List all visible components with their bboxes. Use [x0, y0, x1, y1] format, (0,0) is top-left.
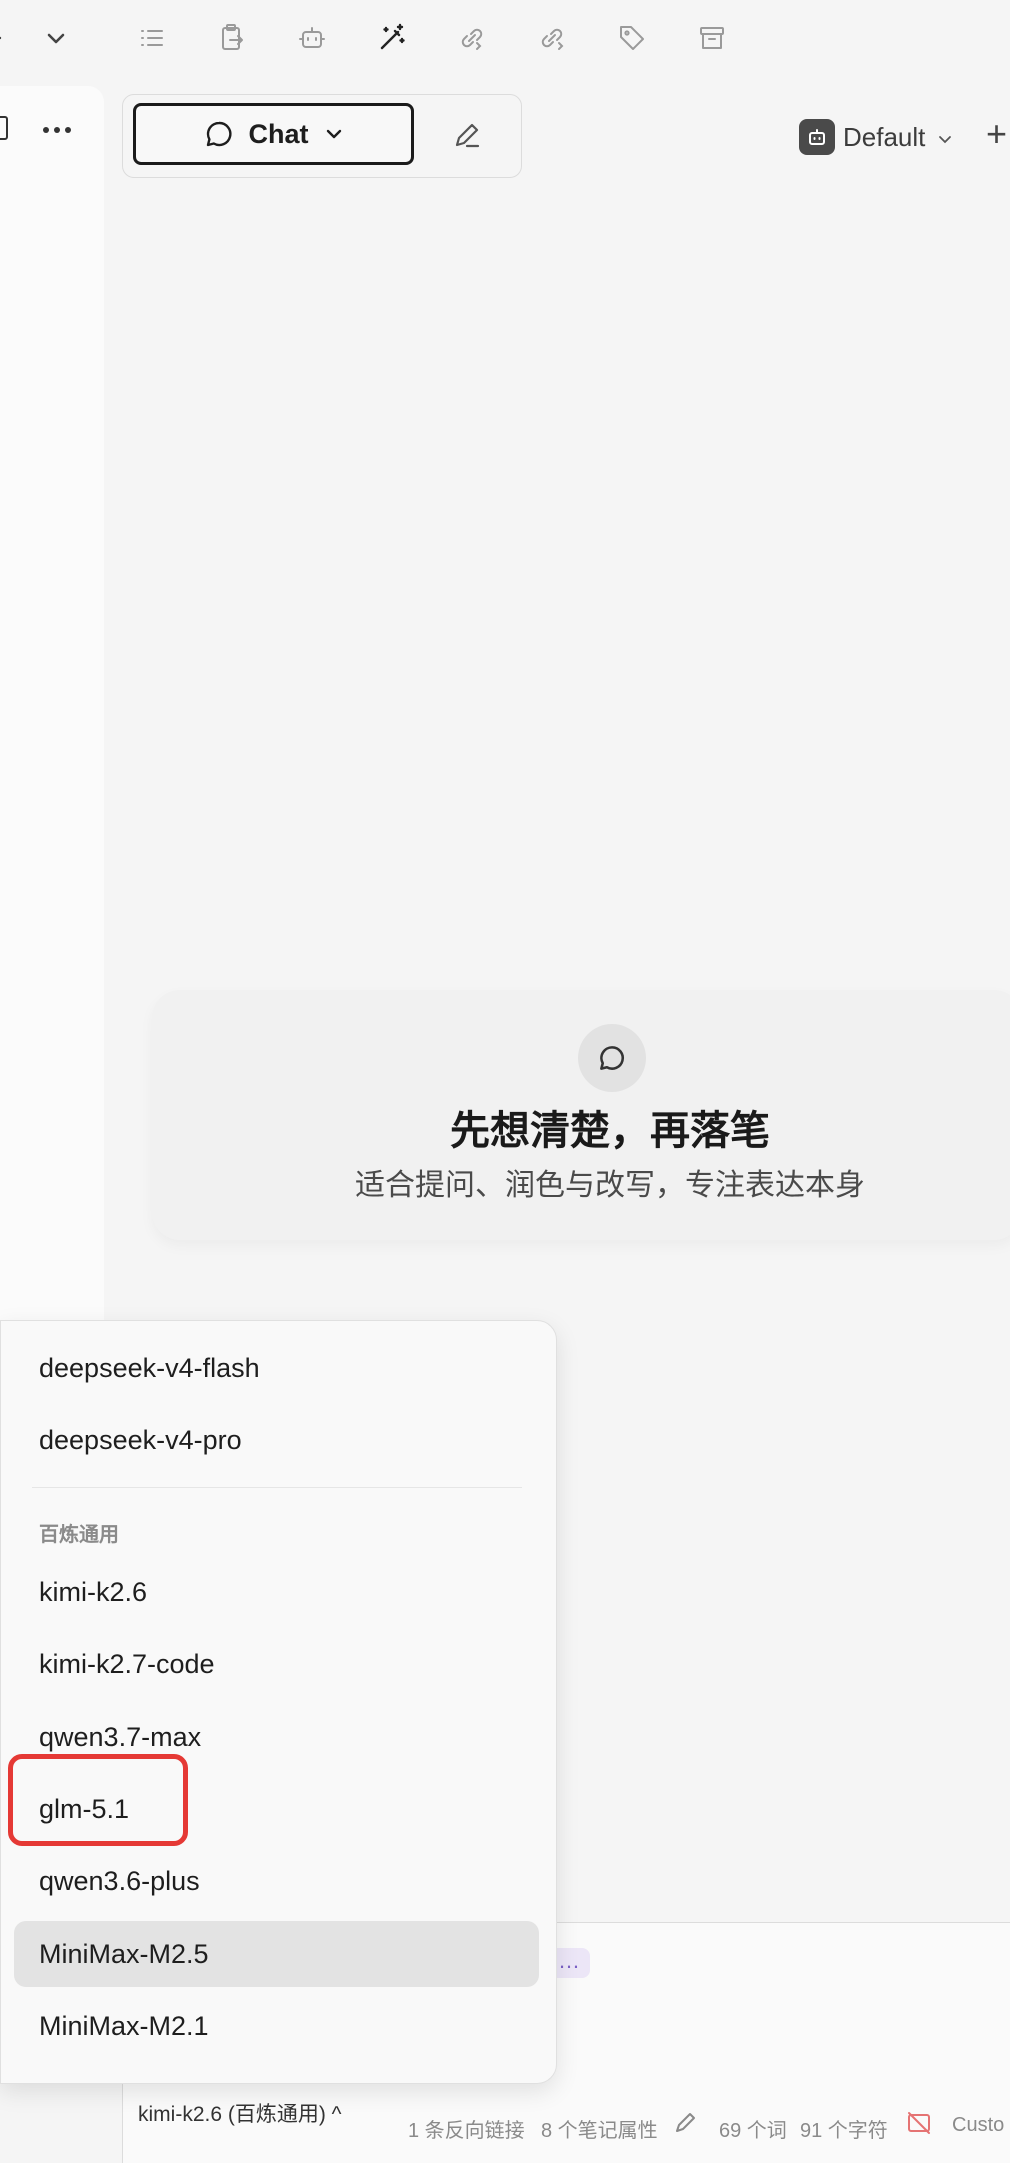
add-agent-button[interactable]: + [986, 114, 1007, 154]
model-option[interactable]: qwen3.6-plus [14, 1848, 539, 1914]
pencil-icon[interactable] [672, 2110, 698, 2142]
model-option[interactable]: MiniMax-M2.1 [14, 1993, 539, 2059]
bot-icon[interactable] [294, 20, 330, 56]
magic-wand-icon[interactable] [374, 20, 410, 56]
mode-switcher: Chat [122, 94, 522, 178]
model-selector-button[interactable]: kimi-k2.6 (百炼通用) ^ [138, 2098, 342, 2128]
annotation-highlight-box [8, 1754, 188, 1846]
archive-icon[interactable] [694, 20, 730, 56]
pencil-icon [455, 123, 480, 148]
backlinks-count[interactable]: 1 条反向链接 [408, 2114, 525, 2143]
agent-label: Default [843, 122, 926, 152]
menu-divider [32, 1487, 522, 1488]
more-options-icon[interactable] [42, 122, 72, 133]
empty-state-subtitle: 适合提问、润色与改写，专注表达本身 [355, 1169, 865, 1202]
model-option[interactable]: deepseek-v4-pro [14, 1407, 539, 1473]
panel-toggle-icon[interactable] [0, 116, 8, 140]
tag-icon[interactable] [614, 20, 650, 56]
chevron-down-icon [938, 136, 951, 144]
list-icon[interactable] [134, 20, 170, 56]
model-option[interactable]: deepseek-v4-flash [14, 1335, 539, 1401]
sync-off-icon[interactable] [906, 2110, 932, 2142]
model-group-label: 百炼通用 [39, 1524, 119, 1546]
word-count: 69 个词 [719, 2120, 787, 2142]
clipboard-export-icon[interactable] [214, 20, 250, 56]
agent-bot-icon[interactable] [799, 119, 835, 155]
chat-bubble-icon [578, 1024, 646, 1092]
model-option[interactable]: kimi-k2.7-code [14, 1631, 539, 1697]
empty-state-title: 先想清楚，再落笔 [450, 1109, 770, 1153]
link-out-icon[interactable] [534, 20, 570, 56]
back-icon[interactable] [0, 20, 20, 56]
chevron-down-icon [326, 129, 341, 139]
chat-mode-label: Chat [248, 118, 309, 149]
chevron-down-icon[interactable] [38, 20, 74, 56]
link-in-icon[interactable] [454, 20, 490, 56]
left-sidebar [0, 86, 104, 1336]
model-option[interactable]: kimi-k2.6 [14, 1559, 539, 1625]
properties-count[interactable]: 8 个笔记属性 [541, 2114, 658, 2143]
edit-button[interactable] [445, 113, 489, 157]
chat-bubble-icon [206, 121, 231, 147]
chat-mode-button[interactable]: Chat [133, 103, 414, 165]
char-count: 91 个字符 [800, 2120, 888, 2142]
model-option-selected[interactable]: MiniMax-M2.5 [14, 1921, 539, 1987]
agent-selector[interactable]: Default [843, 119, 953, 155]
custom-status[interactable]: Custo [952, 2114, 1004, 2137]
